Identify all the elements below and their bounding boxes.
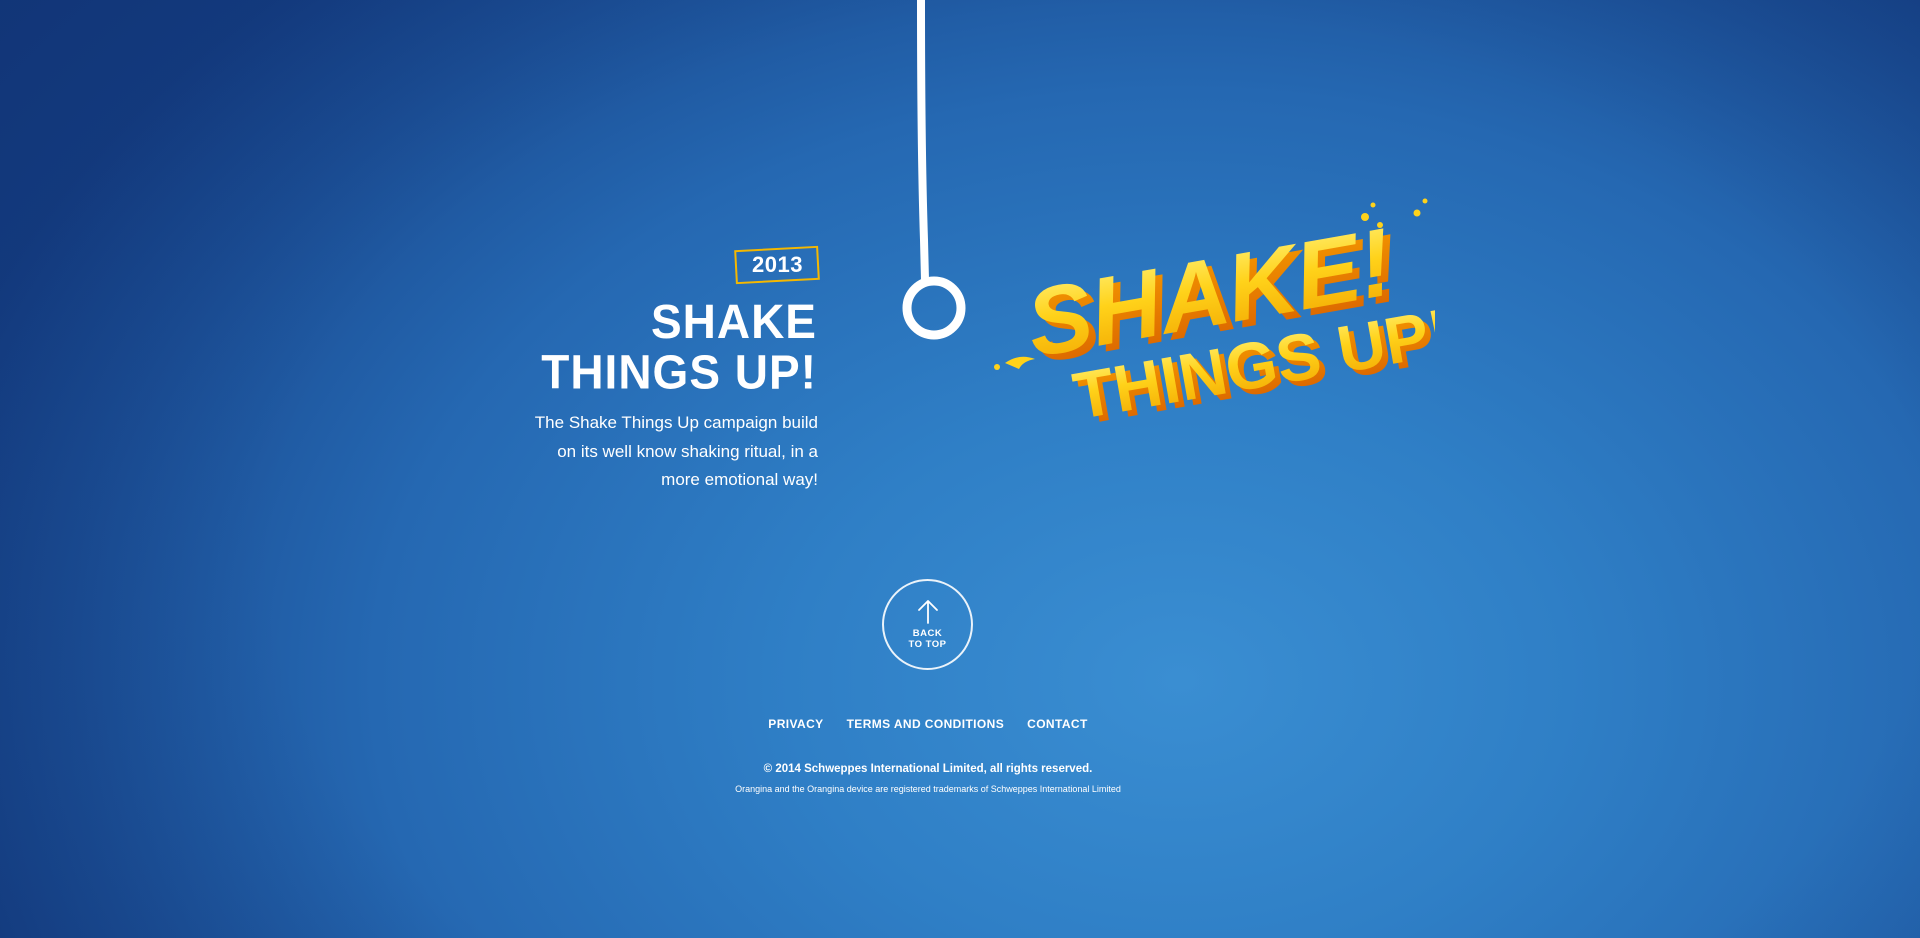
year-badge: 2013 [734, 245, 820, 285]
headline-line-2: THINGS UP! [541, 344, 817, 399]
timeline-ring-icon [902, 276, 966, 340]
shake-things-up-logo: SHAKE! THINGS UP! SHAKE! THINGS UP! [994, 198, 1435, 438]
back-to-top-button[interactable]: BACK TO TOP [882, 579, 973, 670]
milestone-headline: SHAKE THINGS UP! [541, 296, 817, 397]
headline-line-1: SHAKE [650, 293, 817, 349]
back-to-top-line-1: BACK [912, 628, 943, 639]
milestone-description: The Shake Things Up campaign build on it… [534, 413, 818, 489]
footer-link-contact[interactable]: CONTACT [1027, 717, 1088, 731]
year-label: 2013 [751, 252, 803, 278]
trademark-notice: Orangina and the Orangina device are reg… [735, 784, 1121, 794]
copyright-notice: © 2014 Schweppes International Limited, … [763, 763, 1093, 775]
footer-link-privacy[interactable]: PRIVACY [768, 717, 823, 731]
back-to-top-label: BACK TO TOP [908, 628, 946, 650]
back-to-top-line-2: TO TOP [908, 639, 947, 650]
arrow-up-icon [917, 600, 938, 624]
footer-nav: PRIVACY TERMS AND CONDITIONS CONTACT [0, 717, 1856, 731]
timeline-string [902, 0, 966, 340]
footer-link-terms[interactable]: TERMS AND CONDITIONS [847, 717, 1005, 731]
